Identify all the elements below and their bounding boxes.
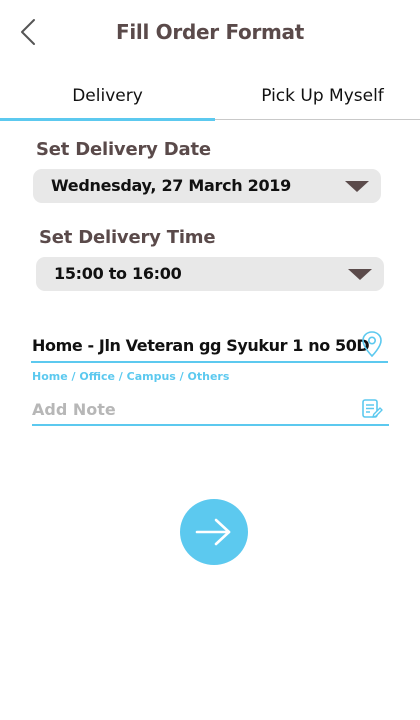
address-type-options[interactable]: Home / Office / Campus / Others [32,370,229,383]
address-value: Home - Jln Veteran gg Syukur 1 no 50D [32,336,370,355]
order-type-tabs: Delivery Pick Up Myself [0,82,420,121]
delivery-date-select[interactable]: Wednesday, 27 March 2019 [33,169,381,203]
tab-delivery[interactable]: Delivery [0,86,215,106]
location-pin-icon[interactable] [361,330,383,358]
note-field[interactable] [32,394,389,426]
page-title: Fill Order Format [115,20,304,44]
note-edit-icon[interactable] [361,398,383,420]
note-input[interactable] [32,396,352,422]
delivery-time-select[interactable]: 15:00 to 16:00 [36,257,384,291]
active-tab-indicator [0,118,215,121]
delivery-date-label: Set Delivery Date [36,139,211,160]
delivery-time-label: Set Delivery Time [39,227,216,248]
next-button[interactable] [180,499,248,565]
header: Fill Order Format [0,0,420,66]
delivery-date-value: Wednesday, 27 March 2019 [51,176,291,195]
delivery-time-value: 15:00 to 16:00 [54,264,182,283]
caret-down-icon [345,181,369,192]
arrow-right-icon [195,518,231,546]
address-field[interactable]: Home - Jln Veteran gg Syukur 1 no 50D [31,328,388,363]
tab-pick-up-myself[interactable]: Pick Up Myself [215,86,420,106]
caret-down-icon [348,269,372,280]
